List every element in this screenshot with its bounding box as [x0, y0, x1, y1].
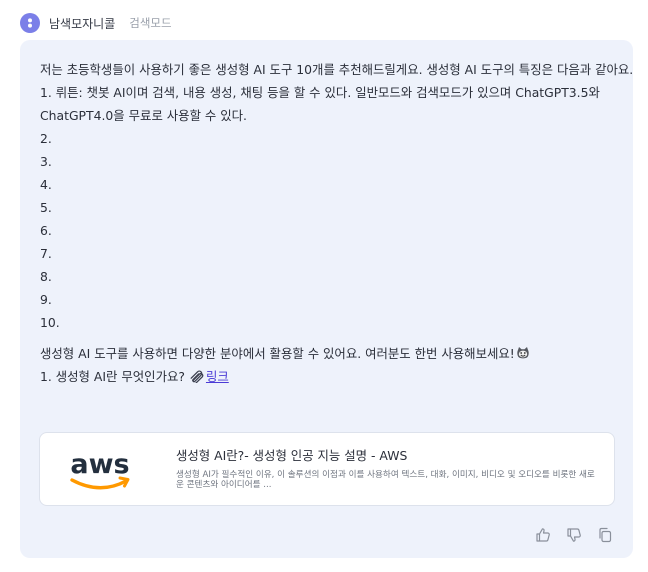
list-item-9: 9. — [40, 292, 52, 307]
source-line: 1. 생성형 AI란 무엇인가요? 링크 — [40, 365, 620, 388]
avatar-icon — [28, 18, 32, 28]
thumbs-down-icon — [566, 527, 581, 542]
preview-description: 생성형 AI가 필수적인 이유, 이 솔루션의 이점과 이를 사용하여 텍스트,… — [176, 470, 595, 490]
message-header: 남색모자니콜 검색모드 — [20, 13, 172, 33]
list-item-2: 2. — [40, 131, 52, 146]
thumbs-up-icon — [535, 527, 550, 542]
list-item-3: 3. — [40, 154, 52, 169]
list-item-5: 5. — [40, 200, 52, 215]
aws-logo-text: aws — [70, 449, 129, 480]
intro-text: 저는 초등학생들이 사용하기 좋은 생성형 AI 도구 10개를 추천해드릴게요… — [40, 62, 634, 77]
list-item-6: 6. — [40, 223, 52, 238]
source-text: 1. 생성형 AI란 무엇인가요? — [40, 369, 185, 384]
avatar[interactable] — [20, 13, 40, 33]
outro-line: 생성형 AI 도구를 사용하면 다양한 분야에서 활용할 수 있어요. 여러분도… — [40, 342, 620, 365]
source-link[interactable]: 링크 — [206, 369, 229, 384]
list-item-4: 4. — [40, 177, 52, 192]
message-actions — [534, 526, 613, 543]
list-item-1-line-1: 1. 뤼튼: 챗봇 AI이며 검색, 내용 생성, 채팅 등을 할 수 있다. … — [40, 85, 600, 100]
preview-title: 생성형 AI란?- 생성형 인공 지능 설명 - AWS — [176, 448, 408, 463]
mode-label: 검색모드 — [129, 16, 172, 30]
copy-button[interactable] — [596, 526, 613, 543]
answer-card: 저는 초등학생들이 사용하기 좋은 생성형 AI 도구 10개를 추천해드릴게요… — [20, 40, 633, 558]
copy-icon — [598, 527, 611, 542]
link-preview-card[interactable]: aws 생성형 AI란?- 생성형 인공 지능 설명 - AWS 생성형 AI가… — [39, 432, 615, 506]
outro-text: 생성형 AI 도구를 사용하면 다양한 분야에서 활용할 수 있어요. 여러분도… — [40, 346, 515, 361]
list-item-1-line-2: ChatGPT4.0을 무료로 사용할 수 있다. — [40, 108, 247, 123]
cat-face-icon — [517, 347, 529, 359]
paperclip-icon — [190, 370, 204, 383]
dislike-button[interactable] — [565, 526, 582, 543]
list-item-10: 10. — [40, 315, 60, 330]
list-item-8: 8. — [40, 269, 52, 284]
aws-logo: aws — [70, 449, 130, 490]
list-item-7: 7. — [40, 246, 52, 261]
author-name: 남색모자니콜 — [49, 16, 116, 31]
like-button[interactable] — [534, 526, 551, 543]
answer-content: 저는 초등학생들이 사용하기 좋은 생성형 AI 도구 10개를 추천해드릴게요… — [40, 58, 634, 388]
